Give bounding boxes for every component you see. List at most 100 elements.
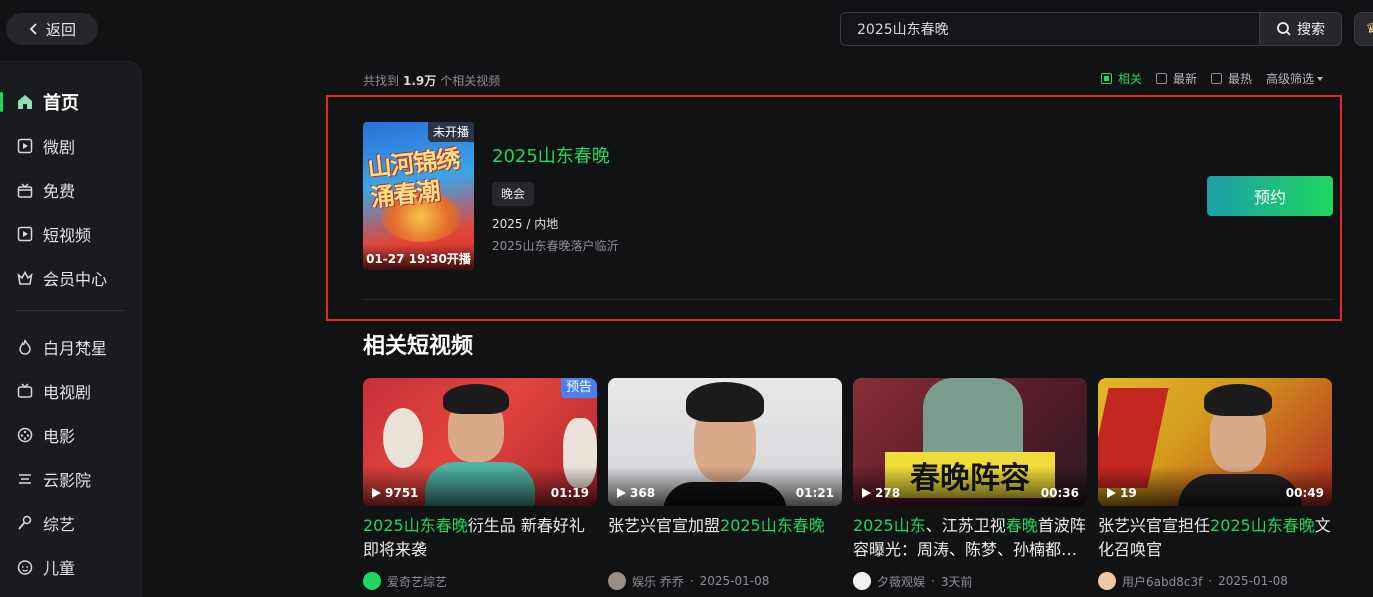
sidebar-item-label: 电影 xyxy=(43,427,76,446)
sidebar-item-label: 首页 xyxy=(43,93,79,114)
filter-label: 最新 xyxy=(1173,72,1198,86)
sidebar-item-label: 免费 xyxy=(43,182,76,201)
tv-icon xyxy=(17,383,33,398)
sidebar-item-short-video[interactable]: 短视频 xyxy=(0,214,142,254)
poster-airtime: 01-27 19:30开播 xyxy=(363,244,474,270)
title-highlight: 2025山东春晚 xyxy=(1210,516,1315,535)
search-button[interactable]: 搜索 xyxy=(1259,12,1342,46)
sidebar-item-mini-drama[interactable]: 微剧 xyxy=(0,126,142,166)
sidebar-item-vip-center[interactable]: 会员中心 xyxy=(0,258,142,298)
video-duration: 00:49 xyxy=(1285,486,1324,500)
not-aired-badge: 未开播 xyxy=(427,122,474,142)
search-button-label: 搜索 xyxy=(1297,22,1325,38)
video-thumbnail[interactable]: 春晚阵容 278 00:36 xyxy=(853,378,1087,506)
sidebar-item-free[interactable]: 免费 xyxy=(0,170,142,210)
film-reel-icon xyxy=(17,427,33,443)
search-input[interactable]: 2025山东春晚 xyxy=(840,12,1260,46)
video-meta: 夕薇观娱 · 3天前 xyxy=(853,572,1087,590)
sidebar-item-label: 儿童 xyxy=(43,559,76,578)
microphone-icon xyxy=(18,515,32,530)
featured-description: 2025山东春晚落户临沂 xyxy=(492,239,619,253)
checkbox-icon xyxy=(1211,73,1223,84)
play-count-value: 19 xyxy=(1120,486,1137,500)
video-card[interactable]: 预告 9751 01:19 2025山东春晚衍生品 新春好礼即将来袭 爱奇艺综艺 xyxy=(363,378,597,593)
play-count: 19 xyxy=(1106,486,1137,500)
video-thumbnail[interactable]: 预告 9751 01:19 xyxy=(363,378,597,506)
video-card[interactable]: 春晚阵容 278 00:36 2025山东、江苏卫视春晚首波阵容曝光：周涛、陈梦… xyxy=(853,378,1087,593)
title-highlight: 2025山东春晚 xyxy=(720,516,825,535)
sidebar-item-kids[interactable]: 儿童 xyxy=(0,547,142,587)
video-thumbnail[interactable]: 368 01:21 xyxy=(608,378,842,506)
result-count: 共找到 1.9万 个相关视频 xyxy=(363,72,500,89)
sort-filters: 相关 最新 最热 高级筛选 xyxy=(1101,70,1324,87)
play-count: 278 xyxy=(861,486,900,500)
sidebar-item-hot-drama[interactable]: 白月梵星 xyxy=(0,327,142,367)
video-meta: 用户6abd8c3f · 2025-01-08 xyxy=(1098,572,1332,590)
author-name[interactable]: 娱乐 乔乔 xyxy=(632,573,684,590)
featured-meta: 2025 / 内地 xyxy=(492,217,559,231)
video-title[interactable]: 张艺兴官宣加盟2025山东春晚 xyxy=(608,514,842,562)
video-title[interactable]: 2025山东、江苏卫视春晚首波阵容曝光：周涛、陈梦、孙楠都… xyxy=(853,514,1087,562)
publish-date: 2025-01-08 xyxy=(1218,574,1288,588)
video-duration: 00:36 xyxy=(1040,486,1079,500)
title-text: 张艺兴官宣加盟 xyxy=(608,516,721,535)
video-thumbnail[interactable]: 19 00:49 xyxy=(1098,378,1332,506)
filter-latest[interactable]: 最新 xyxy=(1156,70,1197,87)
sidebar-item-label: 电视剧 xyxy=(43,383,92,402)
video-duration: 01:19 xyxy=(550,486,589,500)
author-name[interactable]: 爱奇艺综艺 xyxy=(387,573,447,590)
publish-date: 3天前 xyxy=(940,574,973,589)
featured-result-card: 山河锦绣 涌春潮 未开播 01-27 19:30开播 2025山东春晚 晚会 2… xyxy=(326,95,1342,321)
author-avatar[interactable] xyxy=(608,572,626,590)
sidebar-item-label: 会员中心 xyxy=(43,270,108,289)
user-avatar[interactable]: ♛ xyxy=(1354,12,1373,46)
gift-box-icon xyxy=(17,183,33,198)
person-art xyxy=(923,378,1023,458)
sidebar: 首页 微剧 免费 短视频 会员中心 白月梵星 电视剧 电影 云影院 综艺 儿童 xyxy=(0,61,142,597)
play-icon xyxy=(617,488,626,498)
sidebar-item-variety[interactable]: 综艺 xyxy=(0,503,142,543)
play-count: 368 xyxy=(616,486,655,500)
advanced-filter-dropdown[interactable]: 高级筛选 xyxy=(1266,70,1324,87)
author-avatar[interactable] xyxy=(853,572,871,590)
title-text: 、江苏卫视 xyxy=(925,516,1006,535)
video-title[interactable]: 张艺兴官宣担任2025山东春晚文化召唤官 xyxy=(1098,514,1332,562)
sidebar-item-label: 微剧 xyxy=(43,138,76,157)
play-square-icon xyxy=(17,226,33,242)
author-name[interactable]: 夕薇观娱 xyxy=(877,573,925,590)
play-count: 9751 xyxy=(371,486,418,500)
sidebar-item-home[interactable]: 首页 xyxy=(0,82,142,122)
author-avatar[interactable] xyxy=(1098,572,1116,590)
author-name[interactable]: 用户6abd8c3f xyxy=(1122,573,1202,590)
sidebar-item-movie[interactable]: 电影 xyxy=(0,415,142,455)
featured-divider xyxy=(363,299,1333,300)
featured-title[interactable]: 2025山东春晚 xyxy=(492,142,610,168)
result-count-number: 1.9万 xyxy=(403,74,437,88)
sidebar-item-cloud-cinema[interactable]: 云影院 xyxy=(0,459,142,499)
genre-tag: 晚会 xyxy=(492,182,535,206)
search-query: 2025山东春晚 xyxy=(857,22,949,38)
play-icon xyxy=(1107,488,1116,498)
play-count-value: 368 xyxy=(630,486,656,500)
page-root: 返回 首页 微剧 免费 短视频 会员中心 白月梵星 电视剧 电影 云影院 综艺 … xyxy=(0,0,1373,597)
mascot-art xyxy=(383,408,423,468)
video-title[interactable]: 2025山东春晚衍生品 新春好礼即将来袭 xyxy=(363,514,597,562)
reserve-button[interactable]: 预约 xyxy=(1207,176,1333,216)
filter-relevance[interactable]: 相关 xyxy=(1101,70,1142,87)
chevron-left-icon xyxy=(29,23,37,35)
sidebar-divider xyxy=(16,310,126,311)
trailer-badge: 预告 xyxy=(560,378,597,398)
filter-hottest[interactable]: 最热 xyxy=(1211,70,1252,87)
flame-icon xyxy=(19,339,31,355)
section-title: 相关短视频 xyxy=(363,334,474,359)
back-button[interactable]: 返回 xyxy=(6,13,98,45)
home-icon xyxy=(18,95,32,109)
featured-poster[interactable]: 山河锦绣 涌春潮 未开播 01-27 19:30开播 xyxy=(363,122,474,270)
advanced-filter-label: 高级筛选 xyxy=(1266,72,1315,86)
filter-label: 最热 xyxy=(1228,72,1253,86)
sidebar-item-tv-series[interactable]: 电视剧 xyxy=(0,371,142,411)
author-avatar[interactable] xyxy=(363,572,381,590)
video-card[interactable]: 368 01:21 张艺兴官宣加盟2025山东春晚 娱乐 乔乔 · 2025-0… xyxy=(608,378,842,593)
poster-title-art: 山河锦绣 涌春潮 xyxy=(366,144,461,213)
video-card[interactable]: 19 00:49 张艺兴官宣担任2025山东春晚文化召唤官 用户6abd8c3f… xyxy=(1098,378,1332,593)
